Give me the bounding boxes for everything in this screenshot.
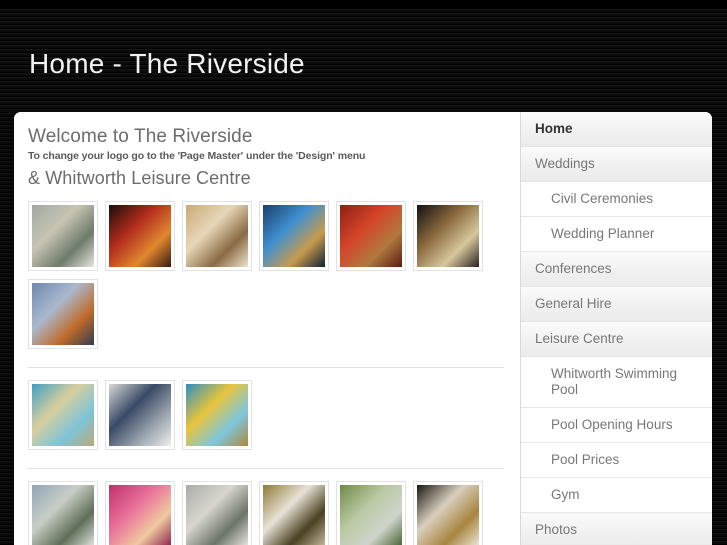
gallery-thumbnail[interactable] bbox=[105, 201, 175, 271]
sidebar-item-photos[interactable]: Photos bbox=[521, 513, 712, 545]
sidebar-item-gym[interactable]: Gym bbox=[521, 478, 712, 513]
site-header: Home - The Riverside bbox=[0, 0, 727, 108]
gallery-thumbnail[interactable] bbox=[105, 380, 175, 450]
thumbnail-image bbox=[109, 205, 171, 267]
sidebar-menu: Home Weddings Civil Ceremonies Wedding Plan… bbox=[521, 112, 712, 545]
thumbnail-image bbox=[263, 205, 325, 267]
header-top-edge bbox=[0, 0, 727, 8]
page-title: Home - The Riverside bbox=[29, 48, 305, 79]
sidebar-item-wedding-planner[interactable]: Wedding Planner bbox=[521, 217, 712, 252]
gallery-row bbox=[28, 201, 508, 275]
gallery-row bbox=[28, 481, 508, 545]
gallery-thumbnail[interactable] bbox=[259, 481, 329, 545]
gallery-thumbnail[interactable] bbox=[28, 201, 98, 271]
thumbnail-image bbox=[417, 485, 479, 545]
sidebar-item-whitworth-swimming-pool[interactable]: Whitworth Swimming Pool bbox=[521, 357, 712, 408]
gallery-thumbnail[interactable] bbox=[259, 201, 329, 271]
gallery-row bbox=[28, 380, 508, 454]
thumbnail-image bbox=[32, 485, 94, 545]
thumbnail-image bbox=[417, 205, 479, 267]
gallery-thumbnail[interactable] bbox=[413, 201, 483, 271]
sidebar-item-general-hire[interactable]: General Hire bbox=[521, 287, 712, 322]
sidebar-item-civil-ceremonies[interactable]: Civil Ceremonies bbox=[521, 182, 712, 217]
sidebar-item-pool-prices[interactable]: Pool Prices bbox=[521, 443, 712, 478]
gallery-thumbnail[interactable] bbox=[182, 481, 252, 545]
sidebar-item-pool-opening-hours[interactable]: Pool Opening Hours bbox=[521, 408, 712, 443]
gallery-thumbnail[interactable] bbox=[413, 481, 483, 545]
gallery-thumbnail[interactable] bbox=[336, 481, 406, 545]
main-content: Welcome to The Riverside To change your … bbox=[14, 112, 520, 545]
gallery-thumbnail[interactable] bbox=[28, 279, 98, 349]
gallery-divider bbox=[28, 367, 504, 368]
gallery-row bbox=[28, 279, 508, 353]
sidebar-item-weddings[interactable]: Weddings bbox=[521, 147, 712, 182]
thumbnail-image bbox=[340, 205, 402, 267]
thumbnail-image bbox=[186, 384, 248, 446]
gallery-thumbnail[interactable] bbox=[336, 201, 406, 271]
thumbnail-image bbox=[340, 485, 402, 545]
weddings-and-events-gallery bbox=[28, 201, 508, 353]
gallery-thumbnail[interactable] bbox=[28, 380, 98, 450]
thumbnail-image bbox=[32, 384, 94, 446]
thumbnail-image bbox=[109, 384, 171, 446]
thumbnail-image bbox=[186, 485, 248, 545]
logo-change-note: To change your logo go to the 'Page Mast… bbox=[28, 150, 366, 162]
sidebar-item-leisure-centre[interactable]: Leisure Centre bbox=[521, 322, 712, 357]
thumbnail-image bbox=[32, 205, 94, 267]
thumbnail-image bbox=[32, 283, 94, 345]
gallery-container bbox=[28, 201, 508, 545]
sidebar-navigation: Home Weddings Civil Ceremonies Wedding Plan… bbox=[520, 112, 712, 545]
venue-photos-gallery bbox=[28, 481, 508, 545]
content-heading: Welcome to The Riverside bbox=[28, 126, 253, 147]
gallery-thumbnail[interactable] bbox=[182, 380, 252, 450]
thumbnail-image bbox=[109, 485, 171, 545]
gallery-divider bbox=[28, 468, 504, 469]
leisure-centre-gallery bbox=[28, 380, 508, 454]
thumbnail-image bbox=[186, 205, 248, 267]
gallery-thumbnail[interactable] bbox=[28, 481, 98, 545]
page-root: Home - The Riverside Welcome to The Rive… bbox=[0, 0, 727, 545]
thumbnail-image bbox=[263, 485, 325, 545]
content-shell: Welcome to The Riverside To change your … bbox=[14, 112, 712, 545]
content-subheading: & Whitworth Leisure Centre bbox=[28, 168, 251, 188]
gallery-thumbnail[interactable] bbox=[105, 481, 175, 545]
sidebar-item-home[interactable]: Home bbox=[521, 112, 712, 147]
gallery-thumbnail[interactable] bbox=[182, 201, 252, 271]
sidebar-item-conferences[interactable]: Conferences bbox=[521, 252, 712, 287]
